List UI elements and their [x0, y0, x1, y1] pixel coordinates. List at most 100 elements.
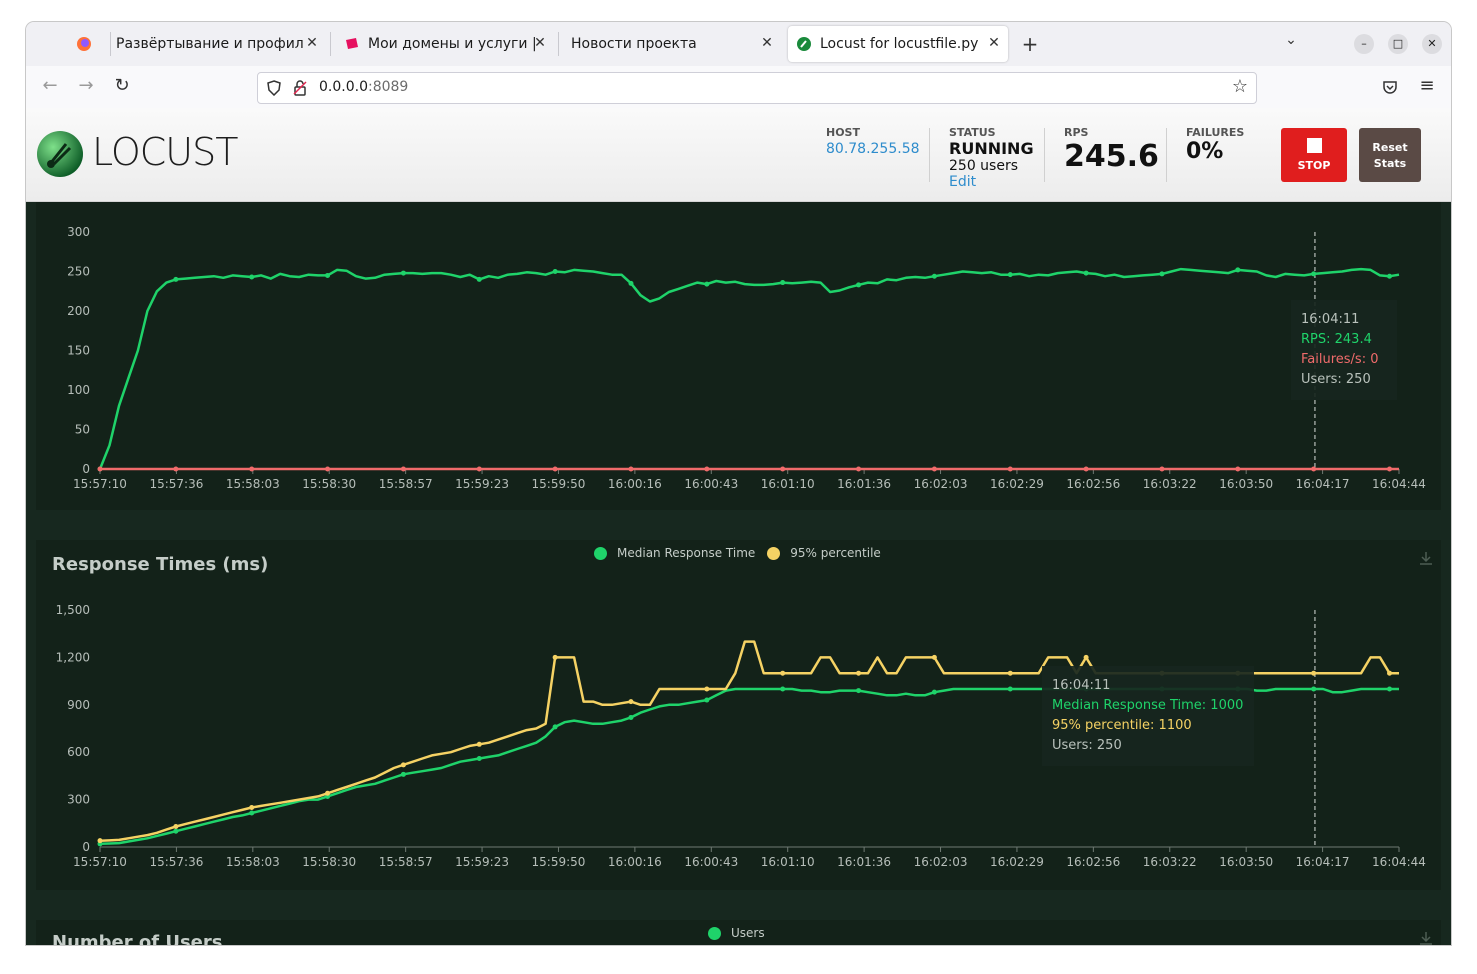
series-point-1 — [173, 466, 179, 472]
series-point-0 — [552, 269, 558, 274]
series-point-1 — [704, 466, 710, 472]
close-tab-icon[interactable]: ✕ — [304, 35, 320, 51]
series-point-0 — [628, 714, 634, 720]
host-value: 80.78.255.58 — [826, 141, 920, 157]
x-tick-label: 16:03:50 — [1219, 855, 1273, 869]
series-point-1 — [1083, 654, 1089, 660]
series-point-0 — [400, 270, 406, 276]
stop-button[interactable]: STOP — [1281, 128, 1347, 182]
firefox-view-tab[interactable] — [76, 26, 108, 62]
users-legend[interactable]: Users — [708, 926, 765, 940]
menu-hamburger-icon[interactable]: ≡ — [1415, 75, 1439, 96]
series-point-0 — [1083, 270, 1089, 276]
close-tab-icon[interactable]: ✕ — [532, 35, 548, 51]
url-port: :8089 — [367, 79, 409, 95]
series-point-0 — [1235, 267, 1241, 273]
url-bar[interactable]: 0.0.0.0:8089 ☆ — [257, 72, 1257, 104]
tab-locust[interactable]: Locust for locustfile.py ✕ — [788, 26, 1008, 62]
series-point-0 — [628, 280, 634, 286]
series-point-0 — [173, 828, 179, 834]
new-tab-icon[interactable]: + — [1018, 32, 1042, 56]
series-point-1 — [1311, 466, 1317, 472]
series-point-0 — [249, 810, 255, 816]
tooltip-p95: 95% percentile: 1100 — [1052, 718, 1192, 733]
x-tick-label: 15:59:23 — [455, 477, 509, 491]
x-tick-label: 16:02:03 — [914, 855, 968, 869]
series-point-1 — [856, 670, 862, 676]
minimize-icon[interactable]: – — [1354, 34, 1374, 54]
series-point-0 — [400, 771, 406, 777]
x-tick-label: 15:58:30 — [302, 477, 356, 491]
x-tick-label: 16:04:17 — [1296, 477, 1350, 491]
x-tick-label: 15:58:57 — [379, 855, 433, 869]
series-point-1 — [325, 790, 331, 796]
back-arrow-icon[interactable]: ← — [38, 75, 62, 96]
x-tick-label: 16:01:10 — [761, 477, 815, 491]
tooltip-failures: Failures/s: 0 — [1301, 352, 1379, 367]
response-legend[interactable]: Median Response Time 95% percentile — [594, 546, 881, 560]
maximize-icon[interactable]: □ — [1388, 34, 1408, 54]
series-point-1 — [97, 838, 103, 844]
x-tick-label: 16:03:50 — [1219, 477, 1273, 491]
host-label: HOST — [826, 126, 860, 139]
x-tick-label: 16:04:44 — [1372, 477, 1426, 491]
x-tick-label: 16:00:43 — [684, 855, 738, 869]
x-tick-label: 16:03:22 — [1143, 855, 1197, 869]
series-line-0 — [98, 267, 1400, 470]
reload-icon[interactable]: ↻ — [110, 75, 134, 96]
download-icon[interactable] — [1418, 930, 1434, 945]
close-tab-icon[interactable]: ✕ — [759, 35, 775, 51]
series-point-1 — [704, 686, 710, 692]
rps-stat: RPS 245.6 — [1064, 126, 1159, 174]
series-point-1 — [1235, 466, 1241, 472]
series-point-1 — [1159, 466, 1165, 472]
url-text[interactable]: 0.0.0.0:8089 — [319, 79, 408, 95]
shield-icon[interactable] — [266, 80, 282, 96]
series-point-0 — [249, 274, 255, 280]
reset-label-2: Stats — [1373, 157, 1407, 170]
legend-users-label: Users — [731, 926, 765, 940]
legend-median-label: Median Response Time — [617, 546, 756, 560]
series-point-0 — [1007, 686, 1013, 692]
locust-header: LOCUST HOST 80.78.255.58 STATUS RUNNING … — [26, 108, 1451, 202]
series-point-0 — [780, 280, 786, 286]
download-icon[interactable] — [1418, 550, 1434, 566]
series-point-0 — [476, 276, 482, 282]
insecure-lock-icon[interactable] — [292, 80, 308, 96]
series-point-0 — [1311, 271, 1317, 277]
tab-domains[interactable]: Мои домены и услуги | R ✕ — [344, 26, 554, 62]
pocket-icon[interactable] — [1382, 79, 1398, 95]
locust-logo-icon — [37, 131, 83, 177]
y-tick-label: 1,200 — [56, 650, 90, 664]
series-point-0 — [704, 281, 710, 287]
rps-chart-panel: 0 50 100 150 200 250 300 15:57:10 15:57:36 15:58:… — [36, 202, 1441, 510]
series-point-1 — [1007, 466, 1013, 472]
url-host: 0.0.0.0 — [319, 79, 368, 95]
x-tick-label: 15:58:03 — [226, 477, 280, 491]
forward-arrow-icon[interactable]: → — [74, 75, 98, 96]
rps-tooltip: 16:04:11 RPS: 243.4 Failures/s: 0 Users:… — [1291, 300, 1397, 400]
series-point-1 — [97, 466, 103, 472]
series-point-1 — [931, 654, 937, 660]
series-point-0 — [931, 689, 937, 695]
close-tab-icon[interactable]: ✕ — [986, 35, 1002, 51]
tab-list-chevron-icon[interactable]: ⌄ — [1279, 32, 1303, 48]
rps-label: RPS — [1064, 126, 1089, 139]
y-tick-label: 300 — [67, 225, 90, 239]
reset-stats-button[interactable]: Reset Stats — [1359, 128, 1421, 182]
status-label: STATUS — [949, 126, 996, 139]
edit-users-link[interactable]: Edit — [949, 174, 1034, 190]
tab-news[interactable]: Новости проекта ✕ — [571, 26, 781, 62]
series-point-1 — [400, 762, 406, 768]
bookmark-star-icon[interactable]: ☆ — [1228, 76, 1252, 97]
rps-chart[interactable]: 0 50 100 150 200 250 300 15:57:10 15:57:36 15:58:… — [36, 202, 1441, 510]
y-tick-label: 0 — [82, 462, 90, 476]
tab-deploy[interactable]: Развёртывание и профилир ✕ — [116, 26, 326, 62]
x-tick-label: 16:00:43 — [684, 477, 738, 491]
series-point-1 — [400, 466, 406, 472]
series-point-1 — [249, 805, 255, 810]
tooltip-median: Median Response Time: 1000 — [1052, 698, 1244, 713]
y-tick-label: 100 — [67, 383, 90, 397]
x-tick-label: 16:02:03 — [914, 477, 968, 491]
close-window-icon[interactable]: ✕ — [1422, 34, 1442, 54]
